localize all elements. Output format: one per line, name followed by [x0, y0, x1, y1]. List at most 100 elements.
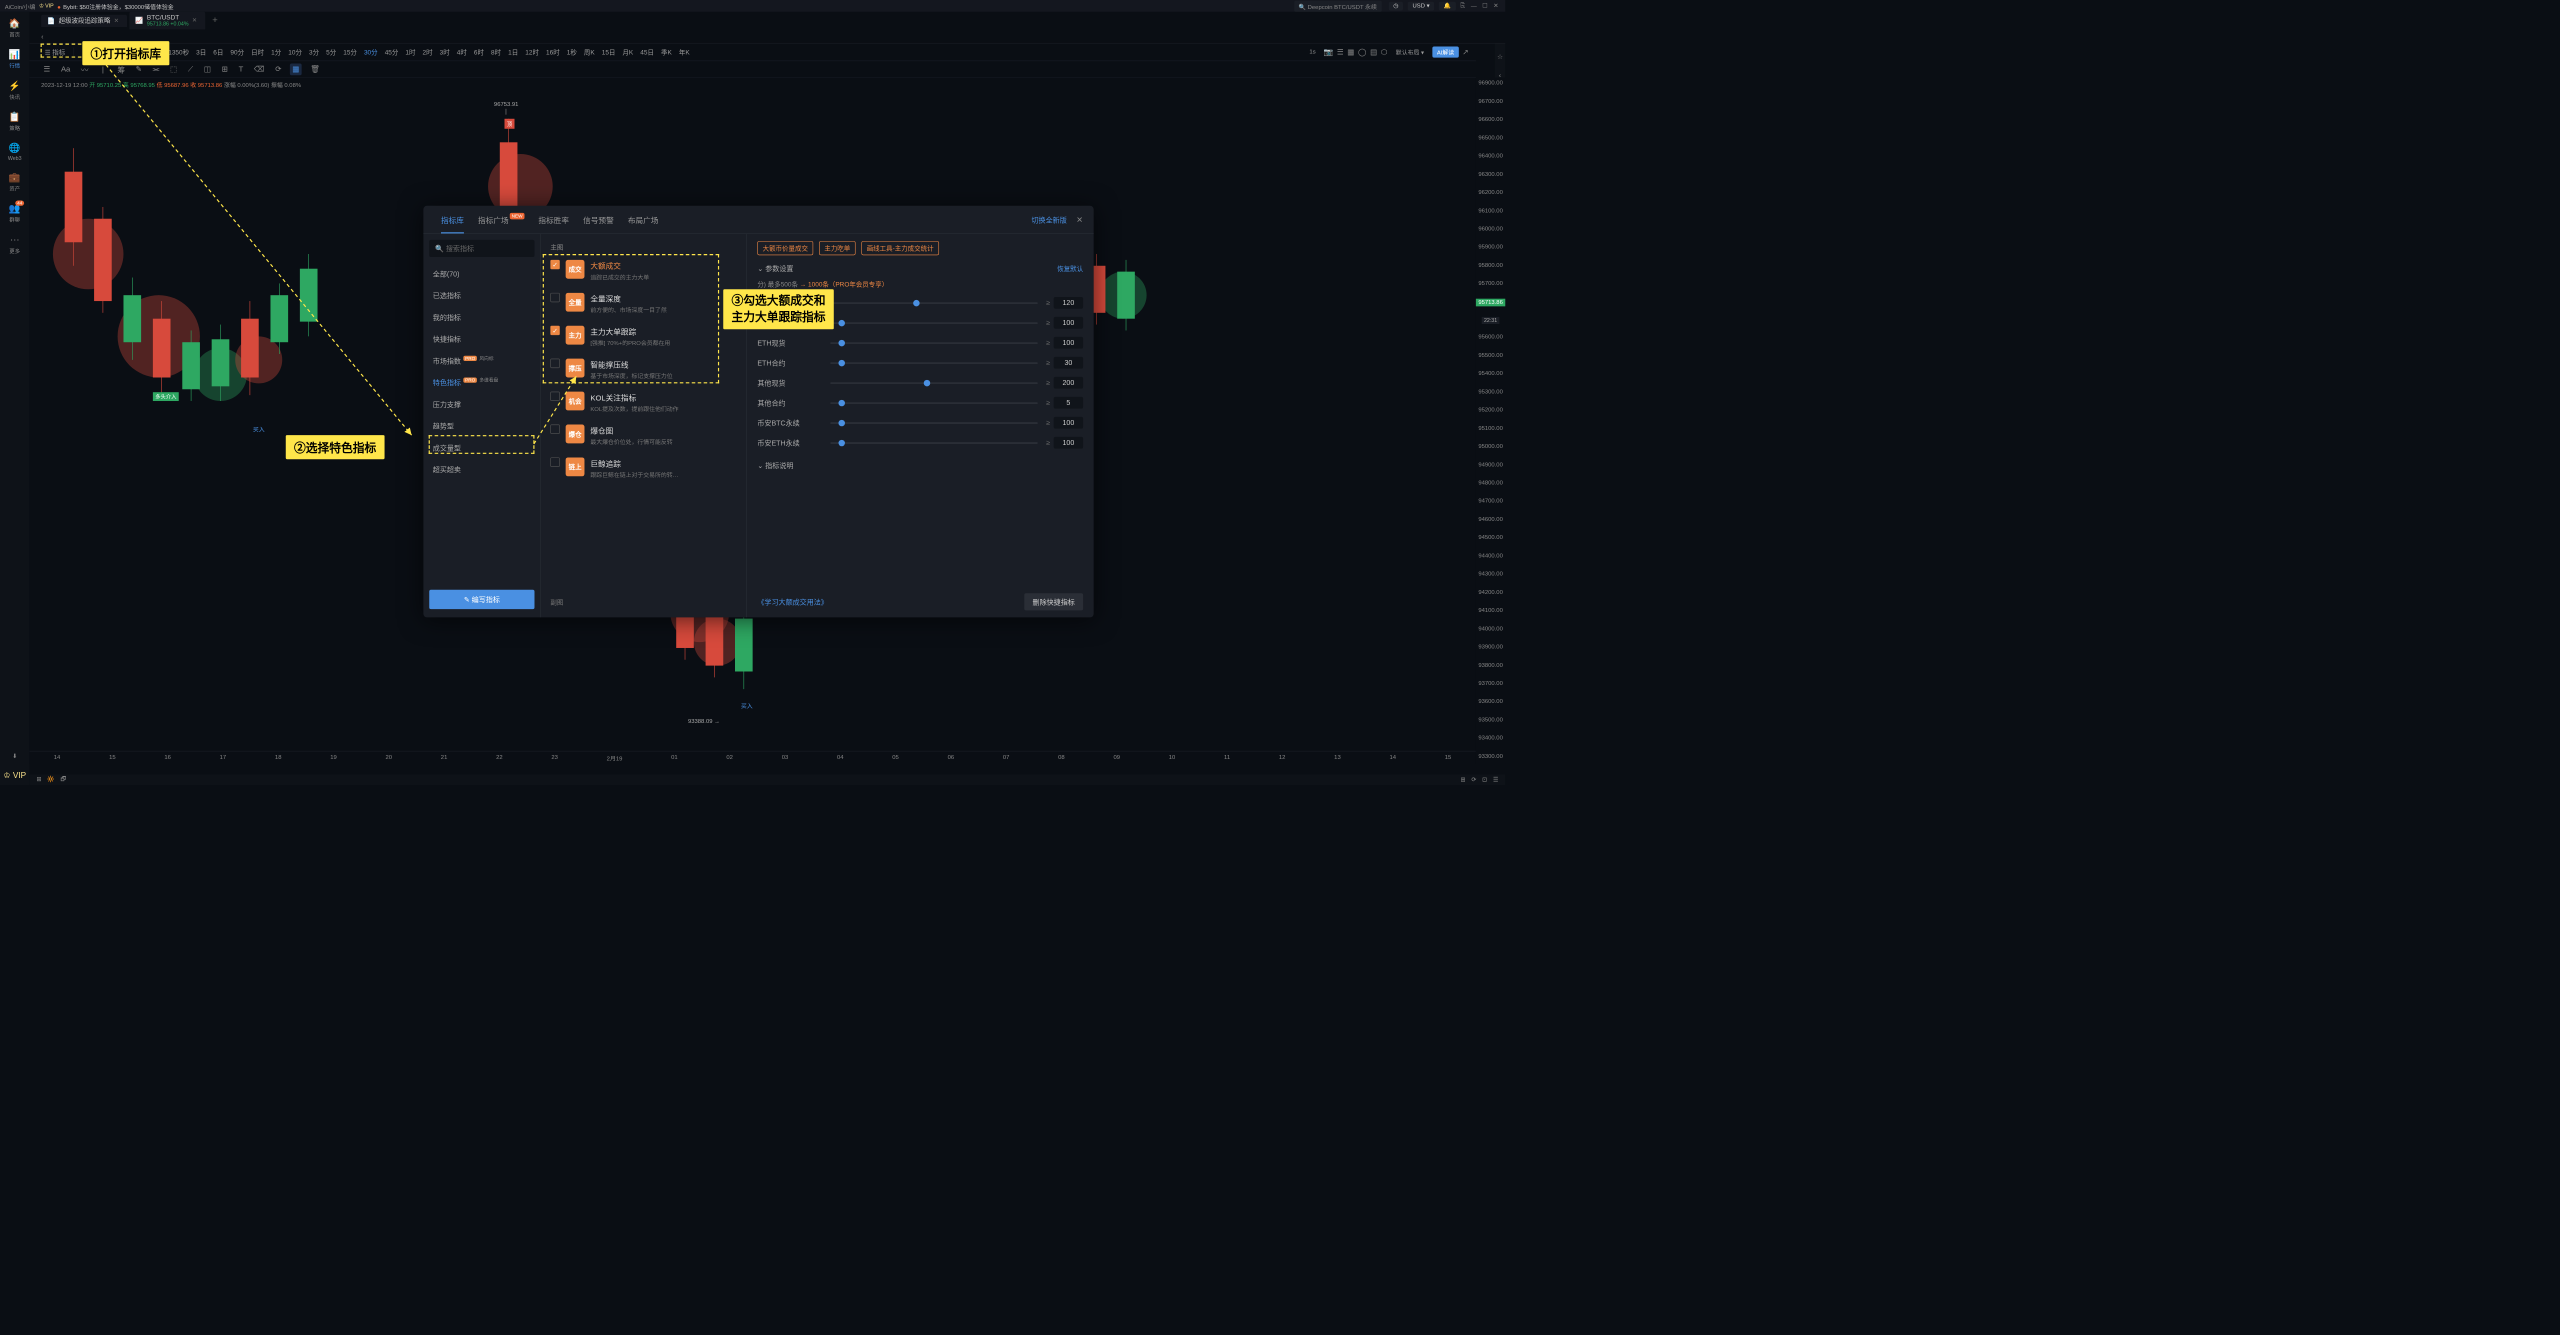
timeframe-10分[interactable]: 10分: [285, 48, 306, 57]
slider-thumb[interactable]: [913, 300, 919, 306]
category-全部(70)[interactable]: 全部(70): [423, 263, 540, 285]
slider-track[interactable]: [830, 402, 1038, 404]
slider-value[interactable]: 5: [1054, 397, 1083, 409]
indicator-checkbox[interactable]: [550, 392, 559, 401]
sidebar-item-资产[interactable]: 💼资产: [3, 169, 27, 194]
indicator-item-大额成交[interactable]: ✓ 成交 大额成交追踪已成交的主力大单: [541, 254, 746, 287]
category-已选指标[interactable]: 已选指标: [423, 285, 540, 307]
open-window-icon[interactable]: ⎘: [1458, 3, 1467, 9]
tick-1s[interactable]: 1s: [1305, 48, 1321, 57]
indicator-item-主力大单跟踪[interactable]: ✓ 主力 主力大单跟踪[强推] 70%+的PRO会员都在用: [541, 320, 746, 353]
sidebar-item-策略[interactable]: 📋策略: [3, 109, 27, 134]
timeframe-30分[interactable]: 30分: [360, 48, 381, 57]
timeframe-8时[interactable]: 8时: [488, 48, 505, 57]
indicator-button[interactable]: ☰ 指标: [41, 46, 69, 58]
circle-icon[interactable]: ◯: [1358, 47, 1367, 56]
timeframe-6日[interactable]: 6日: [210, 48, 227, 57]
maximize-button[interactable]: ☐: [1480, 3, 1489, 9]
timeframe-16时[interactable]: 16时: [542, 48, 563, 57]
promo-text[interactable]: ●Bybit: $50注册体验金，$30000储值体验金: [57, 1, 173, 10]
download-icon[interactable]: ⬇: [3, 751, 27, 762]
status-icon[interactable]: ⟳: [1471, 776, 1476, 782]
chevron-down-icon[interactable]: ⌄: [757, 264, 763, 272]
pro-upgrade-link[interactable]: → 1000条（PRO年会员专享）: [800, 281, 888, 288]
global-search[interactable]: 🔍 Deepcoin BTC/USDT 永续: [1294, 0, 1382, 11]
category-压力支撑[interactable]: 压力支撑: [423, 393, 540, 415]
slider-thumb[interactable]: [839, 420, 845, 426]
share-icon[interactable]: ↗: [1462, 47, 1468, 56]
indicator-checkbox[interactable]: [550, 457, 559, 466]
draw-tool-9[interactable]: ◫: [201, 63, 213, 75]
timeframe-3分[interactable]: 3分: [305, 48, 322, 57]
camera-icon[interactable]: 📷: [1324, 47, 1334, 56]
tab-close-icon[interactable]: ✕: [114, 17, 119, 23]
timeframe-90分[interactable]: 90分: [227, 48, 248, 57]
workspace-tab[interactable]: 📈BTC/USDT95713.86 +0.04%✕: [129, 12, 205, 30]
bell-icon[interactable]: 🔔: [1439, 1, 1456, 10]
draw-tool-7[interactable]: ⬚: [168, 63, 180, 75]
minimize-button[interactable]: —: [1469, 3, 1478, 9]
sidebar-item-快讯[interactable]: ⚡快讯: [3, 78, 27, 103]
indicator-item-全量深度[interactable]: 全量 全量深度前方便的、市场深度一目了然: [541, 287, 746, 320]
sidebar-item-首页[interactable]: 🏠首页: [3, 15, 27, 40]
timeframe-月K[interactable]: 月K: [619, 48, 637, 57]
timeframe-季K[interactable]: 季K: [657, 48, 675, 57]
learn-link[interactable]: 《学习大额成交用法》: [757, 597, 828, 607]
timeframe-1秒[interactable]: 1秒: [563, 48, 580, 57]
fav-icon[interactable]: ☆: [1497, 53, 1503, 61]
timeframe-6时[interactable]: 6时: [470, 48, 487, 57]
slider-thumb[interactable]: [839, 320, 845, 326]
timeframe-年K[interactable]: 年K: [675, 48, 693, 57]
modal-tab-布局广场[interactable]: 布局广场: [621, 206, 666, 234]
slider-thumb[interactable]: [839, 360, 845, 366]
timeframe-周K[interactable]: 周K: [580, 48, 598, 57]
status-icon[interactable]: ☰: [1493, 776, 1498, 782]
category-快捷指标[interactable]: 快捷指标: [423, 328, 540, 350]
draw-tool-0[interactable]: ☰: [41, 63, 53, 75]
category-特色指标[interactable]: 特色指标PRO多维看盘: [423, 372, 540, 394]
slider-track[interactable]: [830, 302, 1038, 304]
timeframe-日时[interactable]: 日时: [248, 48, 268, 57]
status-icon[interactable]: 🗗: [60, 776, 66, 782]
indicator-search[interactable]: 🔍 搜索指标: [429, 240, 534, 257]
add-tab-button[interactable]: +: [208, 15, 223, 26]
slider-track[interactable]: [830, 422, 1038, 424]
indicator-checkbox[interactable]: ✓: [550, 326, 559, 335]
slider-value[interactable]: 100: [1054, 337, 1083, 349]
slider-thumb[interactable]: [839, 400, 845, 406]
filter-tag[interactable]: 大额币价量成交: [757, 241, 813, 255]
timeframe-3时[interactable]: 3时: [436, 48, 453, 57]
timeframe-12时[interactable]: 12时: [522, 48, 543, 57]
slider-value[interactable]: 100: [1054, 317, 1083, 329]
category-超买超卖[interactable]: 超买超卖: [423, 459, 540, 481]
close-button[interactable]: ✕: [1491, 3, 1500, 9]
timeframe-4时[interactable]: 4时: [453, 48, 470, 57]
indicator-checkbox[interactable]: [550, 359, 559, 368]
layers-icon[interactable]: ▤: [1370, 47, 1377, 56]
slider-track[interactable]: [830, 362, 1038, 364]
slider-thumb[interactable]: [839, 440, 845, 446]
indicator-item-KOL关注指标[interactable]: 机会 KOL关注指标KOL提及次数，提前跟住他们动作: [541, 386, 746, 419]
indicator-item-智能撑压线[interactable]: 撑压 智能撑压线基于市场深度，标记支撑压力位: [541, 353, 746, 386]
sidebar-item-群聊[interactable]: 👥群聊44: [3, 201, 27, 226]
indicator-item-巨鲸追踪[interactable]: 链上 巨鲸追踪跟踪巨鲸在链上对于交易所的转…: [541, 452, 746, 485]
slider-track[interactable]: [830, 322, 1038, 324]
tab-close-icon[interactable]: ✕: [192, 17, 197, 23]
write-indicator-button[interactable]: ✎ 编写指标: [429, 590, 534, 609]
status-icon[interactable]: ⊞: [36, 776, 41, 782]
sidebar-item-Web3[interactable]: 🌐Web3: [3, 140, 27, 164]
slider-value[interactable]: 30: [1054, 357, 1083, 369]
indicator-checkbox[interactable]: [550, 425, 559, 434]
draw-tool-1[interactable]: Aa: [59, 64, 73, 75]
category-市场指数[interactable]: 市场指数PRO风向标: [423, 350, 540, 372]
status-icon[interactable]: ⊞: [1461, 776, 1466, 782]
filter-tag[interactable]: 主力吃单: [819, 241, 855, 255]
slider-value[interactable]: 120: [1054, 297, 1083, 309]
draw-tool-10[interactable]: ⊞: [219, 63, 230, 75]
reset-defaults-link[interactable]: 恢复默认: [1057, 264, 1083, 273]
ai-interpret-button[interactable]: AI解读: [1432, 46, 1459, 57]
draw-tool-13[interactable]: ⟳: [273, 63, 284, 75]
draw-tool-11[interactable]: T: [236, 64, 245, 75]
status-icon[interactable]: 🔆: [47, 776, 54, 782]
hex-icon[interactable]: ⬡: [1381, 47, 1388, 56]
